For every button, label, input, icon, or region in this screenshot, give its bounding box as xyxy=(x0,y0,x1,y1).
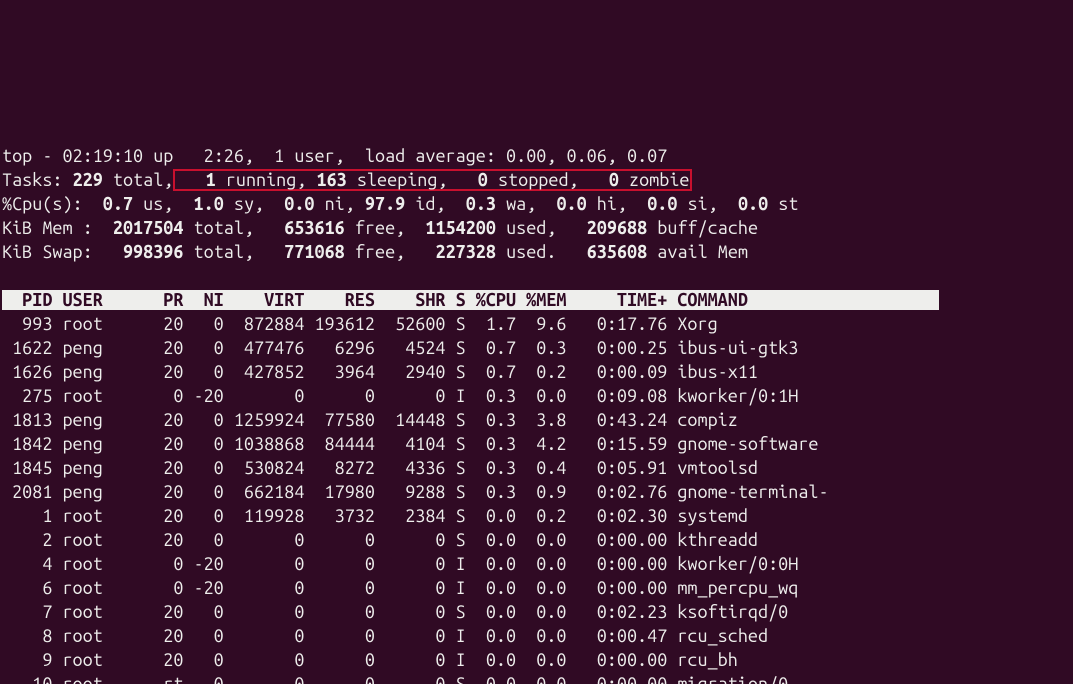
column-header: PID USER PR NI VIRT RES SHR S %CPU %MEM … xyxy=(2,290,939,310)
terminal-output: top - 02:19:10 up 2:26, 1 user, load ave… xyxy=(0,120,1073,684)
summary-swap: KiB Swap: 998396 total, 771068 free, 227… xyxy=(2,242,758,262)
summary-tasks: Tasks: 229 total, 1 running, 163 sleepin… xyxy=(2,170,692,190)
summary-line-1: top - 02:19:10 up 2:26, 1 user, load ave… xyxy=(2,146,667,166)
highlight-box: 1 running, 163 sleeping, 0 stopped, 0 zo… xyxy=(173,169,691,191)
summary-cpu: %Cpu(s): 0.7 us, 1.0 sy, 0.0 ni, 97.9 id… xyxy=(2,194,798,214)
process-rows: 993 root 20 0 872884 193612 52600 S 1.7 … xyxy=(2,314,829,684)
summary-mem: KiB Mem : 2017504 total, 653616 free, 11… xyxy=(2,218,758,238)
